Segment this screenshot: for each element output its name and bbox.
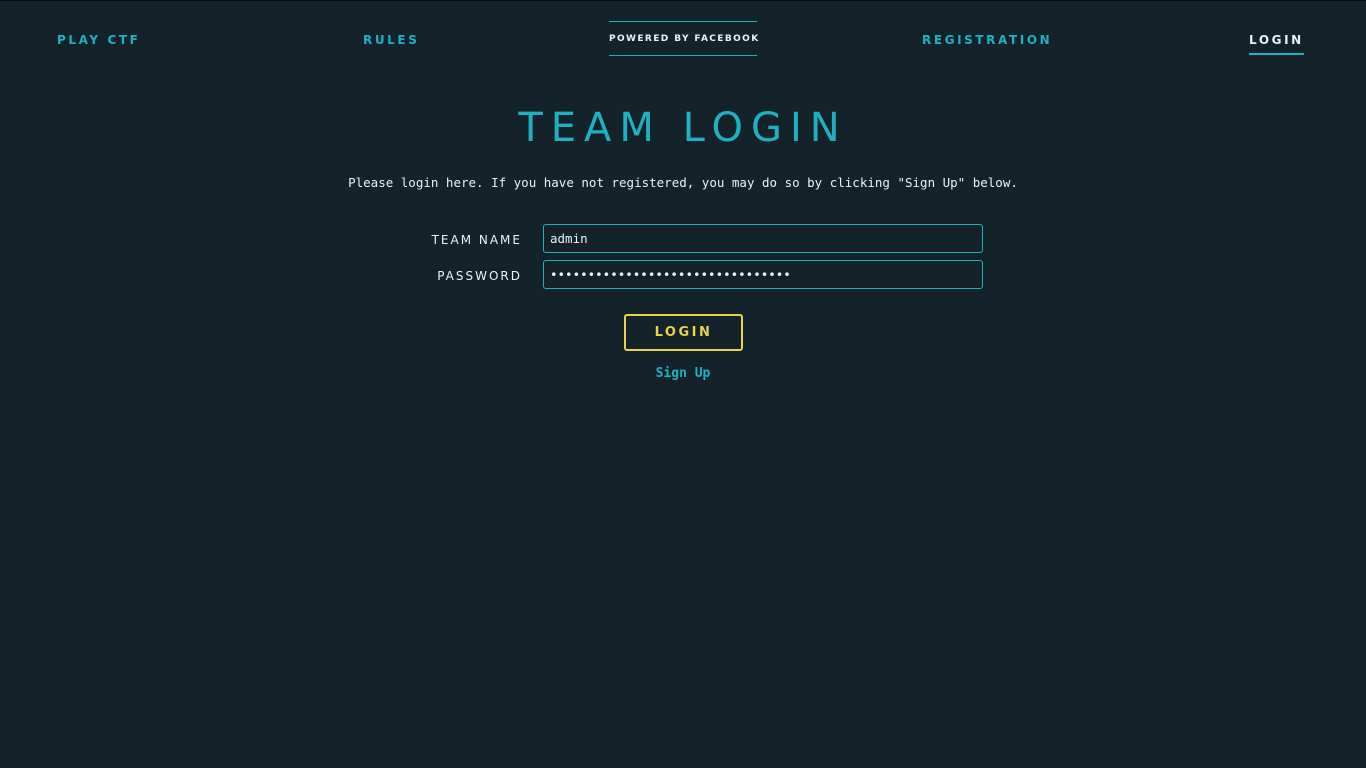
nav-rules[interactable]: RULES — [363, 33, 419, 47]
team-name-input[interactable] — [543, 224, 983, 253]
nav-login[interactable]: LOGIN — [1249, 33, 1304, 55]
powered-by-label: POWERED BY FACEBOOK — [609, 33, 760, 44]
page-title: TEAM LOGIN — [518, 105, 848, 151]
password-input[interactable] — [543, 260, 983, 289]
sign-up-link[interactable]: Sign Up — [0, 366, 1366, 382]
nav-play-ctf[interactable]: PLAY CTF — [57, 33, 140, 47]
team-name-label: TEAM NAME — [431, 233, 522, 247]
powered-by-facebook-badge[interactable]: POWERED BY FACEBOOK — [609, 21, 760, 56]
nav-registration[interactable]: REGISTRATION — [922, 33, 1052, 47]
password-label: PASSWORD — [437, 269, 522, 283]
login-button[interactable]: LOGIN — [624, 314, 743, 351]
intro-text: Please login here. If you have not regis… — [348, 175, 1018, 190]
